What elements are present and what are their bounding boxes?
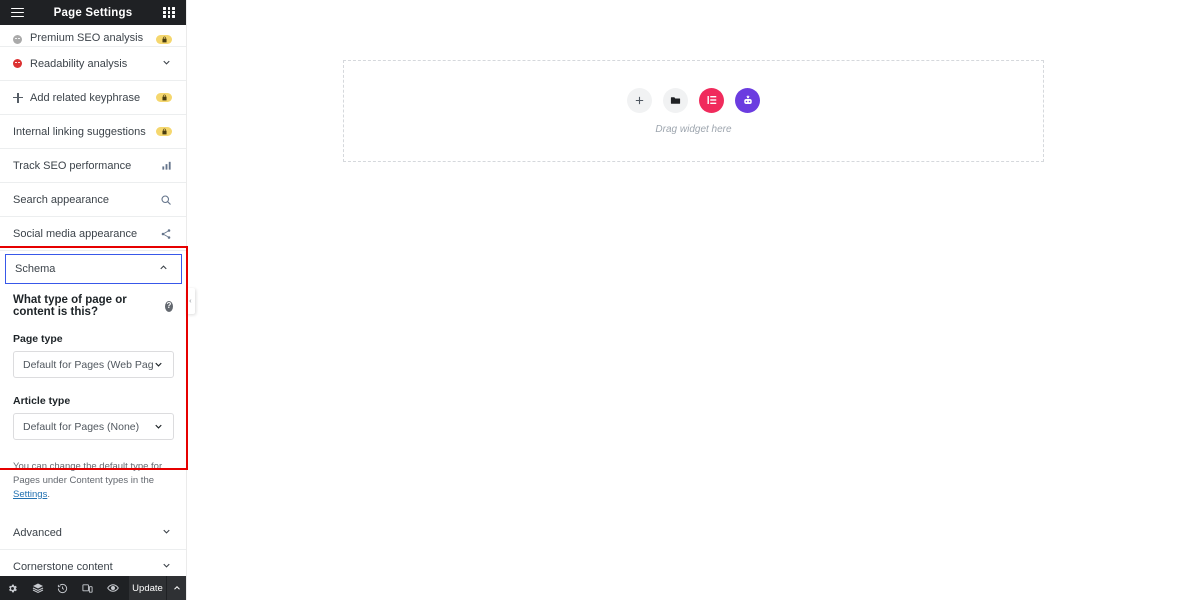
chevron-up-icon[interactable]: [158, 262, 169, 276]
sidebar-item-label: Advanced: [13, 526, 62, 539]
add-template-folder-button[interactable]: [663, 87, 688, 113]
article-type-label: Article type: [13, 395, 71, 407]
help-icon[interactable]: ?: [164, 300, 173, 312]
sidebar-item-label: Premium SEO analysis: [30, 32, 144, 44]
chevron-down-icon: [155, 424, 162, 429]
sidebar-item-label: Add related keyphrase: [30, 91, 141, 104]
sidebar-item-label: Readability analysis: [30, 57, 128, 70]
sidebar-item-social-media-appearance[interactable]: Social media appearance: [0, 217, 186, 251]
article-type-select[interactable]: Default for Pages (None): [13, 413, 174, 440]
collapse-panel-arrow[interactable]: [186, 288, 195, 314]
note-prefix: You can change the default type for Page…: [13, 461, 163, 486]
plus-icon: [13, 92, 30, 103]
widgets-grid-icon[interactable]: [161, 5, 177, 21]
update-options-chevron-up-icon[interactable]: [166, 576, 186, 600]
schema-help-note: You can change the default type for Page…: [13, 457, 173, 501]
sidebar-item-label: Schema: [15, 263, 56, 275]
panel-header: Page Settings: [0, 0, 186, 25]
lock-badge-icon: [156, 35, 172, 44]
panel-scroll-body[interactable]: Premium SEO analysis Readability analysi…: [0, 25, 186, 576]
share-icon[interactable]: [160, 228, 172, 240]
score-bullet-icon: [13, 35, 30, 44]
sidebar-item-internal-linking-suggestions[interactable]: Internal linking suggestions: [0, 115, 186, 149]
settings-link[interactable]: Settings: [13, 489, 47, 500]
sidebar-item-track-seo-performance[interactable]: Track SEO performance: [0, 149, 186, 183]
hamburger-menu-icon[interactable]: [9, 5, 25, 21]
sidebar-item-add-related-keyphrase[interactable]: Add related keyphrase: [0, 81, 186, 115]
responsive-mode-icon[interactable]: [75, 576, 100, 600]
sidebar-item-readability-analysis[interactable]: Readability analysis: [0, 47, 186, 81]
sidebar-item-label: Internal linking suggestions: [13, 125, 146, 138]
schema-question-text: What type of page or content is this?: [13, 294, 127, 318]
chevron-down-icon[interactable]: [161, 526, 172, 540]
page-type-value: Default for Pages (Web Page): [23, 358, 153, 371]
bar-chart-icon[interactable]: [161, 160, 172, 171]
ai-button[interactable]: [735, 87, 760, 113]
sidebar-item-cornerstone-content[interactable]: Cornerstone content: [0, 550, 186, 576]
elementor-logo-button[interactable]: [699, 87, 724, 113]
page-title: Page Settings: [53, 6, 133, 19]
schema-panel: What type of page or content is this? ? …: [0, 284, 186, 507]
chevron-down-icon: [155, 362, 162, 367]
sidebar-item-label: Search appearance: [13, 193, 110, 206]
editor-bottom-bar: Update: [0, 576, 186, 600]
lock-badge-icon: [156, 93, 172, 102]
sidebar-item-advanced[interactable]: Advanced: [0, 516, 186, 551]
sidebar-item-label: Track SEO performance: [13, 159, 132, 172]
score-bullet-red-icon: [13, 59, 30, 68]
preview-eye-icon[interactable]: [100, 576, 125, 600]
add-element-button[interactable]: [627, 87, 652, 113]
settings-gear-icon[interactable]: [0, 576, 25, 600]
elementor-editor-panel: Page Settings Premium SEO analysis Reada…: [0, 0, 186, 600]
article-type-value: Default for Pages (None): [23, 420, 140, 433]
chevron-down-icon[interactable]: [161, 57, 172, 71]
page-type-select[interactable]: Default for Pages (Web Page): [13, 351, 174, 378]
chevron-down-icon[interactable]: [161, 560, 172, 574]
sidebar-item-search-appearance[interactable]: Search appearance: [0, 183, 186, 217]
search-icon[interactable]: [160, 194, 172, 206]
dropzone-hint: Drag widget here: [655, 123, 732, 135]
lock-badge-icon: [156, 127, 172, 136]
sidebar-item-label: Social media appearance: [13, 227, 138, 240]
editor-canvas: Drag widget here: [186, 0, 1200, 600]
history-clock-icon[interactable]: [50, 576, 75, 600]
sidebar-item-premium-seo-analysis[interactable]: Premium SEO analysis: [0, 25, 186, 47]
navigator-layers-icon[interactable]: [25, 576, 50, 600]
sidebar-item-schema[interactable]: Schema: [5, 254, 182, 284]
widget-dropzone[interactable]: Drag widget here: [343, 60, 1044, 162]
page-type-label: Page type: [13, 333, 63, 345]
note-suffix: .: [47, 488, 50, 500]
schema-question: What type of page or content is this? ?: [13, 294, 173, 318]
sidebar-item-label: Cornerstone content: [13, 560, 113, 573]
update-button[interactable]: Update: [129, 576, 166, 600]
dropzone-buttons: [627, 87, 760, 113]
